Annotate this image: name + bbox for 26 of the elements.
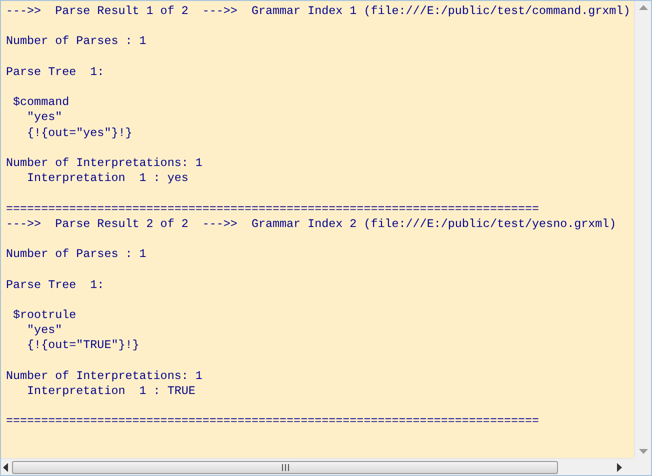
output-line: {!{out="TRUE"}!} — [26, 338, 140, 354]
output-line: $rootrule — [12, 308, 76, 324]
output-line: ============================================================================ — [6, 414, 540, 430]
scroll-right-icon[interactable] — [617, 462, 622, 472]
vertical-scrollbar[interactable] — [634, 1, 651, 458]
output-line: Number of Parses : 1 — [6, 34, 146, 50]
output-line: --->> Parse Result 1 of 2 --->> Grammar Index 1 (file:///E:/public/test/command.grxml) — [6, 4, 630, 20]
output-line: Interpretation 1 : yes — [26, 171, 188, 186]
output-line: "yes" — [26, 323, 62, 338]
scroll-left-icon[interactable] — [3, 462, 8, 472]
output-line: ============================================================================ — [6, 202, 540, 217]
output-line: Number of Interpretations: 1 — [6, 368, 202, 384]
output-line: "yes" — [26, 110, 62, 126]
output-line: {!{out="yes"}!} — [26, 126, 132, 141]
horizontal-scrollbar[interactable] — [1, 458, 634, 475]
output-line: $command — [12, 95, 70, 110]
output-line: Number of Interpretations: 1 — [6, 156, 202, 172]
output-line: Interpretation 1 : TRUE — [26, 384, 196, 400]
output-line: Parse Tree 1: — [6, 64, 104, 80]
output-line: Parse Tree 1: — [6, 278, 104, 293]
output-line: Number of Parses : 1 — [6, 247, 146, 262]
output-line: --->> Parse Result 2 of 2 --->> Grammar Index 2 (file:///E:/public/test/yesno.grxml) — [6, 216, 616, 232]
scrollbar-thumb[interactable] — [12, 460, 558, 474]
grip-icon — [282, 464, 288, 470]
scroll-down-icon[interactable] — [638, 449, 648, 454]
scroll-up-icon[interactable] — [638, 5, 648, 10]
